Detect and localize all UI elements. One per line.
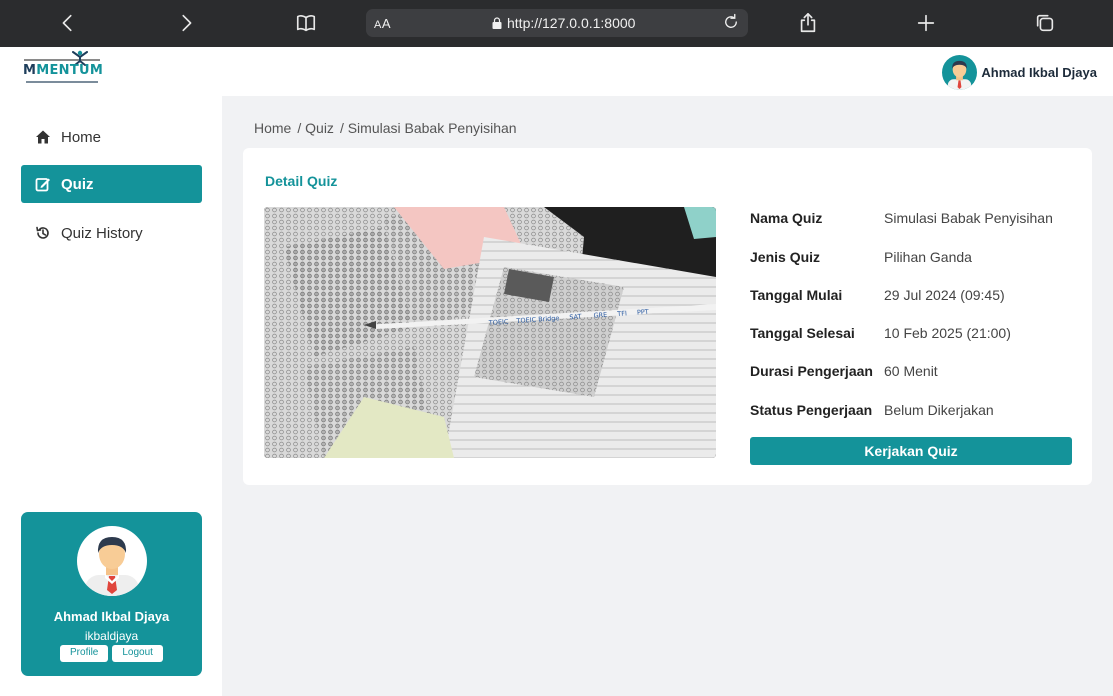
forward-icon[interactable] (166, 8, 206, 38)
avatar (77, 526, 147, 596)
profile-username: ikbaldjaya (84, 629, 139, 643)
detail-row: Nama Quiz Simulasi Babak Penyisihan (750, 210, 1053, 230)
detail-key: Tanggal Selesai (750, 325, 855, 341)
reader-text-size-button[interactable]: AA (374, 16, 391, 31)
avatar (942, 54, 978, 90)
home-icon (36, 130, 50, 144)
logout-button[interactable]: Logout (112, 645, 163, 662)
detail-key: Jenis Quiz (750, 249, 821, 265)
detail-value: 29 Jul 2024 (09:45) (884, 287, 1005, 303)
logo-tagline-line (24, 59, 100, 61)
sidebar-item-label: Quiz (61, 175, 94, 193)
profile-button[interactable]: Profile (60, 645, 109, 662)
detail-row: Tanggal Mulai 29 Jul 2024 (09:45) (750, 287, 1005, 307)
detail-key: Tanggal Mulai (750, 287, 843, 303)
quiz-detail-card: Detail Quiz TOEIC TOEIC Bridge SAT GRE T… (243, 148, 1092, 485)
header-user-menu[interactable]: Ahmad Ikbal Djaya (942, 54, 1097, 90)
lock-icon (492, 17, 502, 29)
history-icon (36, 226, 49, 239)
logo-wordmark: MMENTUM (23, 63, 104, 78)
detail-value: Simulasi Babak Penyisihan (884, 210, 1053, 226)
momentum-logo[interactable]: MMENTUM (22, 50, 104, 90)
quiz-cover-image: TOEIC TOEIC Bridge SAT GRE TFI PPT (264, 207, 716, 458)
app-header: MMENTUM Ahmad Ikbal Djaya (0, 47, 1113, 96)
card-title: Detail Quiz (265, 173, 338, 189)
detail-value: 10 Feb 2025 (21:00) (884, 325, 1011, 341)
logo-subtitle-line (26, 81, 98, 83)
detail-row: Jenis Quiz Pilihan Ganda (750, 249, 972, 269)
profile-name: Ahmad Ikbal Djaya (53, 609, 170, 624)
tabs-overview-icon[interactable] (1025, 8, 1065, 38)
breadcrumb-quiz[interactable]: / Quiz (297, 120, 334, 136)
start-quiz-button[interactable]: Kerjakan Quiz (750, 437, 1072, 465)
browser-toolbar: AA http://127.0.0.1:8000 (0, 0, 1113, 47)
breadcrumb-current: / Simulasi Babak Penyisihan (339, 120, 517, 136)
detail-key: Durasi Pengerjaan (750, 363, 873, 379)
profile-card: Ahmad Ikbal Djaya ikbaldjaya Profile Log… (21, 512, 202, 676)
back-icon[interactable] (48, 8, 88, 38)
url-field[interactable]: http://127.0.0.1:8000 (492, 15, 635, 31)
sidebar-item-quiz-history[interactable]: Quiz History (21, 214, 202, 252)
new-tab-icon[interactable] (906, 8, 946, 38)
detail-row: Status Pengerjaan Belum Dikerjakan (750, 402, 994, 422)
breadcrumb-home[interactable]: Home (254, 120, 291, 136)
detail-value: Pilihan Ganda (884, 249, 972, 265)
detail-row: Durasi Pengerjaan 60 Menit (750, 363, 938, 383)
sidebar-item-label: Home (61, 128, 102, 146)
bookmarks-icon[interactable] (286, 8, 326, 38)
breadcrumb: Home / Quiz / Simulasi Babak Penyisihan (254, 120, 517, 136)
url-text: http://127.0.0.1:8000 (507, 15, 636, 31)
address-bar[interactable]: AA http://127.0.0.1:8000 (366, 9, 748, 37)
sidebar-item-home[interactable]: Home (21, 118, 202, 156)
header-user-name: Ahmad Ikbal Djaya (981, 64, 1097, 80)
detail-key: Nama Quiz (750, 210, 823, 226)
sidebar: Home Quiz Quiz History Ahmad Ikbal Djaya… (0, 96, 222, 696)
detail-row: Tanggal Selesai 10 Feb 2025 (21:00) (750, 325, 1011, 345)
share-icon[interactable] (788, 8, 828, 38)
sidebar-item-label: Quiz History (61, 224, 143, 242)
edit-icon (35, 178, 50, 192)
reload-icon[interactable] (722, 13, 742, 33)
detail-value: Belum Dikerjakan (884, 402, 994, 418)
detail-key: Status Pengerjaan (750, 402, 873, 418)
detail-value: 60 Menit (884, 363, 938, 379)
sidebar-item-quiz[interactable]: Quiz (21, 165, 202, 203)
